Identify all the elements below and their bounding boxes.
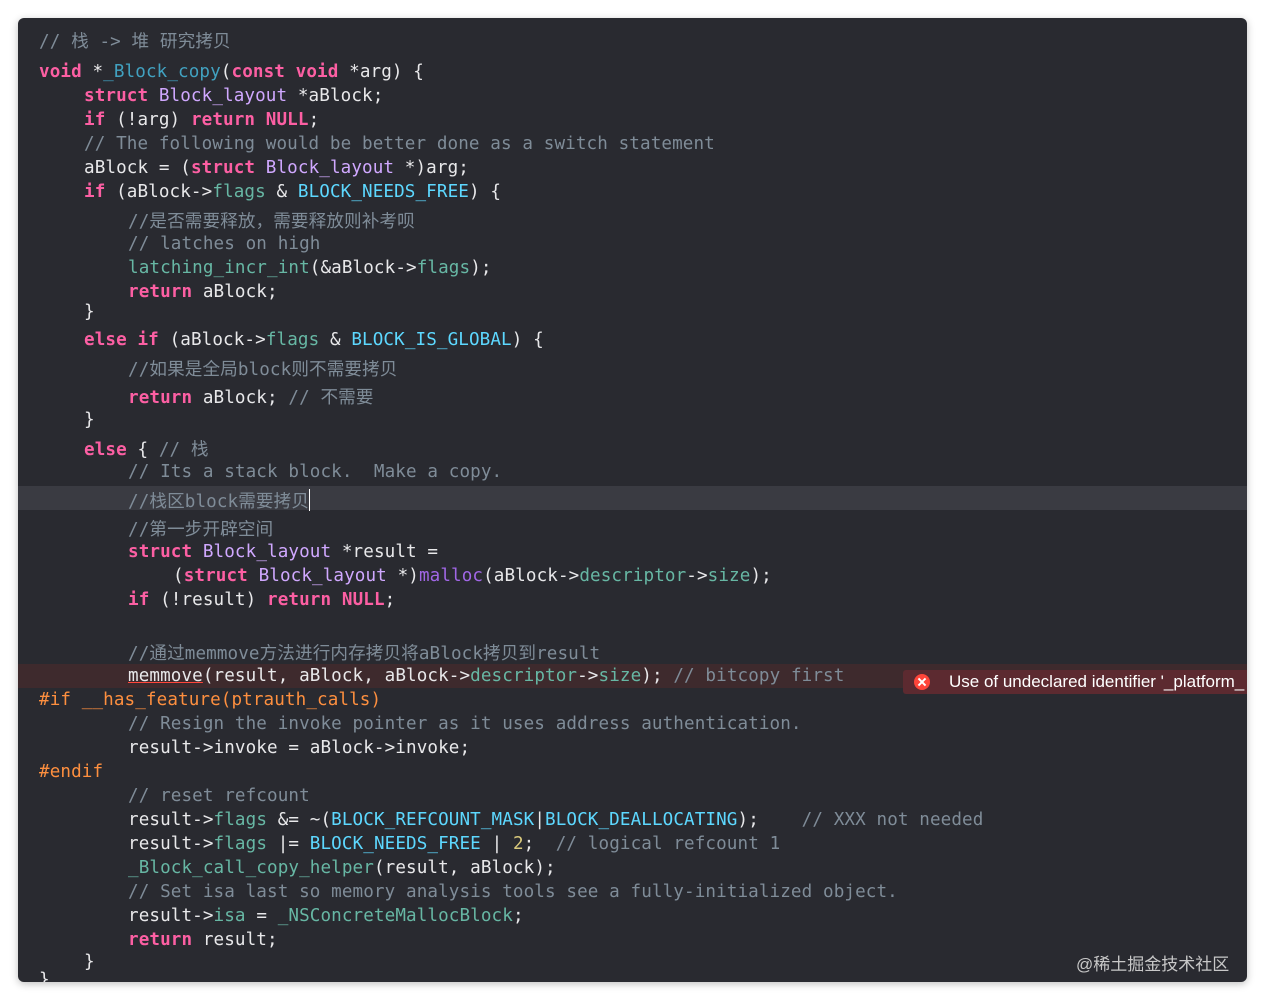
code-line[interactable] — [18, 612, 1247, 636]
code-line[interactable]: _Block_call_copy_helper(result, aBlock); — [18, 856, 1247, 880]
code-line-text: result->invoke = aBlock->invoke; — [128, 738, 471, 758]
code-line-text: } — [84, 302, 95, 322]
code-line[interactable]: else { // 栈 — [18, 434, 1247, 460]
code-line-text: #endif — [39, 762, 104, 782]
code-line[interactable]: struct Block_layout *result = — [18, 540, 1247, 564]
code-line[interactable]: // latches on high — [18, 232, 1247, 256]
code-line[interactable]: } — [18, 300, 1247, 324]
code-line[interactable]: //是否需要释放，需要释放则补考呗 — [18, 206, 1247, 232]
code-line-text: result->isa = _NSConcreteMallocBlock; — [128, 906, 524, 926]
code-line[interactable]: if (!result) return NULL; — [18, 588, 1247, 612]
code-line[interactable]: //通过memmove方法进行内存拷贝将aBlock拷贝到result — [18, 638, 1247, 664]
code-line-text: aBlock = (struct Block_layout *)arg; — [84, 158, 469, 178]
code-line-text: // Resign the invoke pointer as it uses … — [128, 714, 802, 734]
code-line-text: void *_Block_copy(const void *arg) { — [39, 62, 424, 82]
code-line-text: if (!result) return NULL; — [128, 590, 396, 610]
code-line-text: //是否需要释放，需要释放则补考呗 — [128, 212, 415, 232]
code-line-text: else if (aBlock->flags & BLOCK_IS_GLOBAL… — [84, 330, 544, 350]
code-line-text: } — [84, 410, 95, 430]
code-line[interactable]: return aBlock; // 不需要 — [18, 382, 1247, 408]
code-line-text: //第一步开辟空间 — [128, 520, 274, 540]
code-line-text: // 栈 -> 堆 研究拷贝 — [39, 32, 231, 52]
code-line[interactable]: // Its a stack block. Make a copy. — [18, 460, 1247, 484]
code-line[interactable]: //栈区block需要拷贝 — [18, 486, 1247, 513]
code-line-text: _Block_call_copy_helper(result, aBlock); — [128, 858, 556, 878]
code-line[interactable]: // Resign the invoke pointer as it uses … — [18, 712, 1247, 736]
code-line[interactable]: (struct Block_layout *)malloc(aBlock->de… — [18, 564, 1247, 588]
error-banner[interactable]: Use of undeclared identifier '_platform_ — [903, 670, 1247, 694]
code-line-text: memmove(result, aBlock, aBlock->descript… — [128, 666, 845, 686]
code-line[interactable]: if (!arg) return NULL; — [18, 108, 1247, 132]
code-line[interactable]: } — [18, 968, 1247, 982]
text-cursor — [309, 489, 311, 511]
code-line-text: #if __has_feature(ptrauth_calls) — [39, 690, 382, 710]
code-line[interactable]: } — [18, 408, 1247, 432]
code-line[interactable]: //如果是全局block则不需要拷贝 — [18, 354, 1247, 380]
code-line[interactable]: latching_incr_int(&aBlock->flags); — [18, 256, 1247, 280]
code-line-text: else { // 栈 — [84, 440, 209, 460]
code-line[interactable]: return result; — [18, 928, 1247, 952]
error-x-circle-icon — [914, 674, 930, 690]
code-line[interactable]: result->invoke = aBlock->invoke; — [18, 736, 1247, 760]
code-editor[interactable]: // 栈 -> 堆 研究拷贝 void *_Block_copy(const vo… — [18, 18, 1247, 982]
code-line-text: result->flags |= BLOCK_NEEDS_FREE | 2; /… — [128, 834, 781, 854]
watermark: @稀土掘金技术社区 — [1076, 955, 1230, 974]
code-line-text: // The following would be better done as… — [84, 134, 715, 154]
code-line[interactable]: void *_Block_copy(const void *arg) { — [18, 60, 1247, 84]
code-line[interactable]: result->flags |= BLOCK_NEEDS_FREE | 2; /… — [18, 832, 1247, 856]
code-line-text: // reset refcount — [128, 786, 310, 806]
code-line[interactable]: result->flags &= ~(BLOCK_REFCOUNT_MASK|B… — [18, 808, 1247, 832]
code-line[interactable]: if (aBlock->flags & BLOCK_NEEDS_FREE) { — [18, 180, 1247, 204]
code-line[interactable]: #endif — [18, 760, 1247, 784]
code-line[interactable]: result->isa = _NSConcreteMallocBlock; — [18, 904, 1247, 928]
code-line-text: struct Block_layout *result = — [128, 542, 439, 562]
error-message: Use of undeclared identifier '_platform_ — [949, 672, 1245, 691]
code-line[interactable]: else if (aBlock->flags & BLOCK_IS_GLOBAL… — [18, 328, 1247, 352]
code-line-text: } — [39, 970, 50, 982]
code-line-text: //栈区block需要拷贝 — [128, 488, 311, 513]
code-line[interactable]: //第一步开辟空间 — [18, 514, 1247, 540]
code-line-text: // Its a stack block. Make a copy. — [128, 462, 503, 482]
code-line[interactable]: aBlock = (struct Block_layout *)arg; — [18, 156, 1247, 180]
code-line-text: (struct Block_layout *)malloc(aBlock->de… — [173, 566, 772, 586]
code-line-text: return aBlock; — [128, 282, 278, 302]
code-line-text: result->flags &= ~(BLOCK_REFCOUNT_MASK|B… — [128, 810, 984, 830]
code-line[interactable]: // Set isa last so memory analysis tools… — [18, 880, 1247, 904]
code-line-text: // latches on high — [128, 234, 321, 254]
code-line-text: struct Block_layout *aBlock; — [84, 86, 384, 106]
code-line[interactable]: struct Block_layout *aBlock; — [18, 84, 1247, 108]
code-line-text: if (aBlock->flags & BLOCK_NEEDS_FREE) { — [84, 182, 502, 202]
code-line-text: // Set isa last so memory analysis tools… — [128, 882, 898, 902]
code-line-text: latching_incr_int(&aBlock->flags); — [128, 258, 492, 278]
code-line-text: return result; — [128, 930, 278, 950]
code-line-text: return aBlock; // 不需要 — [128, 388, 374, 408]
code-line[interactable]: // 栈 -> 堆 研究拷贝 — [18, 26, 1247, 52]
code-line[interactable]: // reset refcount — [18, 784, 1247, 808]
code-line[interactable]: // The following would be better done as… — [18, 132, 1247, 156]
code-line-text: //如果是全局block则不需要拷贝 — [128, 360, 398, 380]
code-line-text: if (!arg) return NULL; — [84, 110, 320, 130]
code-line-text: //通过memmove方法进行内存拷贝将aBlock拷贝到result — [128, 644, 601, 664]
